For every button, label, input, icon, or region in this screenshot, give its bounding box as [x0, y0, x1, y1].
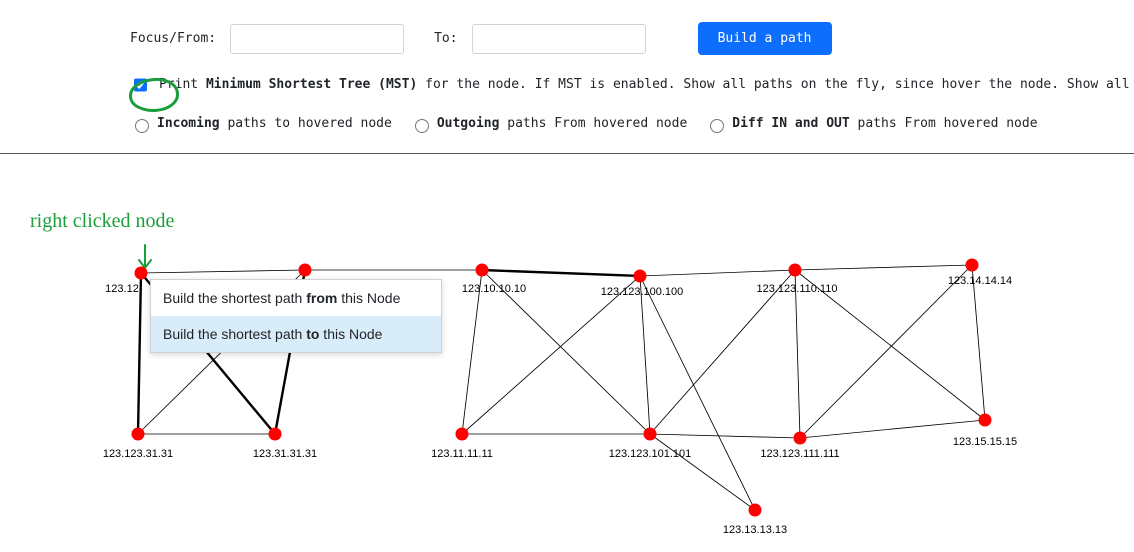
to-label: To:: [434, 31, 457, 46]
graph-node[interactable]: [135, 267, 148, 280]
graph-node[interactable]: [789, 264, 802, 277]
divider: [0, 153, 1134, 154]
graph-edge[interactable]: [141, 270, 305, 273]
node-label: 123.14.14.14: [948, 275, 1012, 287]
graph-node[interactable]: [634, 270, 647, 283]
graph-edge[interactable]: [640, 270, 795, 276]
graph-edge[interactable]: [138, 273, 141, 434]
radio-incoming[interactable]: Incoming paths to hovered node: [130, 115, 392, 133]
graph-edge[interactable]: [972, 265, 985, 420]
node-label: 123.12: [105, 283, 139, 295]
mst-description: Print Minimum Shortest Tree (MST) for th…: [159, 76, 1130, 94]
node-label: 123.123.110.110: [757, 283, 838, 295]
graph-node[interactable]: [644, 428, 657, 441]
context-menu: Build the shortest path from this Node B…: [150, 279, 442, 353]
ctx-menu-build-from[interactable]: Build the shortest path from this Node: [151, 280, 441, 316]
focus-from-input[interactable]: [230, 24, 404, 54]
to-input[interactable]: [472, 24, 646, 54]
graph-node[interactable]: [299, 264, 312, 277]
graph-node[interactable]: [132, 428, 145, 441]
graph-edge[interactable]: [650, 434, 755, 510]
graph-edge[interactable]: [795, 270, 800, 438]
radio-diff[interactable]: Diff IN and OUT paths From hovered node: [705, 115, 1037, 133]
node-label: 123.123.31.31: [103, 448, 173, 460]
node-label: 123.15.15.15: [953, 436, 1017, 448]
graph-node[interactable]: [456, 428, 469, 441]
mst-checkbox[interactable]: [134, 78, 147, 92]
graph-node[interactable]: [749, 504, 762, 517]
node-label: 123.31.31.31: [253, 448, 317, 460]
node-label: 123.123.100.100: [601, 286, 684, 298]
handwriting-annotation: right clicked node: [30, 210, 174, 233]
graph-node[interactable]: [269, 428, 282, 441]
graph-node[interactable]: [794, 432, 807, 445]
graph-node[interactable]: [979, 414, 992, 427]
graph-edge[interactable]: [650, 434, 800, 438]
build-path-button[interactable]: Build a path: [698, 22, 832, 55]
graph-edge[interactable]: [640, 276, 755, 510]
node-label: 123.123.111.111: [760, 448, 839, 460]
graph-edge[interactable]: [482, 270, 640, 276]
node-label: 123.10.10.10: [462, 283, 526, 295]
focus-from-label: Focus/From:: [130, 31, 216, 46]
radio-outgoing[interactable]: Outgoing paths From hovered node: [410, 115, 687, 133]
graph-node[interactable]: [966, 259, 979, 272]
ctx-menu-build-to[interactable]: Build the shortest path to this Node: [151, 316, 441, 352]
node-label: 123.11.11.11: [431, 448, 493, 460]
graph-node[interactable]: [476, 264, 489, 277]
graph-edge[interactable]: [462, 276, 640, 434]
node-label: 123.13.13.13: [723, 524, 787, 536]
graph-edge[interactable]: [795, 265, 972, 270]
node-label: 123.123.101.101: [609, 448, 692, 460]
graph-edge[interactable]: [640, 276, 650, 434]
